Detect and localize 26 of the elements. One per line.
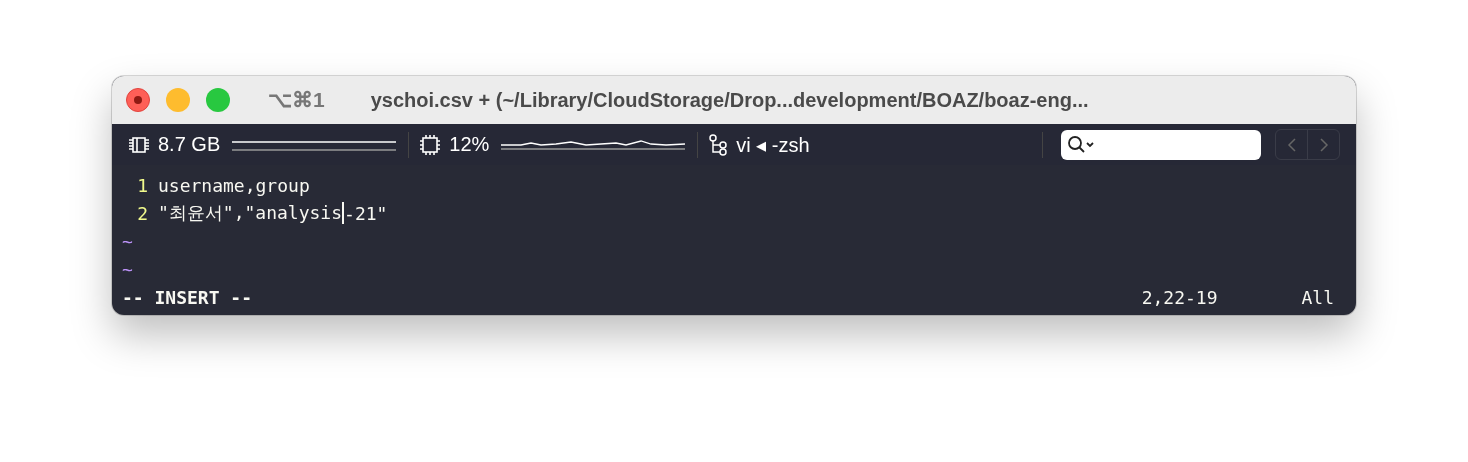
- code-text: username,group: [158, 174, 310, 196]
- text-cursor: [342, 202, 345, 224]
- chevron-left-icon: [1286, 137, 1297, 152]
- cursor-position: 2,22-19: [1141, 286, 1218, 308]
- chevron-right-icon: [1318, 137, 1329, 152]
- memory-usage: 8.7 GB: [158, 133, 221, 156]
- window-title: yschoi.csv + (~/Library/CloudStorage/Drop...development/BOAZ/boaz-eng...: [370, 88, 1089, 112]
- code-text: "최윤서","analysis: [158, 201, 343, 225]
- search-icon: [1067, 134, 1095, 155]
- zoom-button[interactable]: [206, 88, 230, 112]
- line-number: 2: [136, 202, 148, 224]
- line-number: 1: [136, 174, 148, 196]
- empty-line-marker: ~: [122, 258, 133, 280]
- memory-icon: [128, 135, 150, 154]
- empty-line-marker: ~: [122, 230, 133, 252]
- job-name: vi ◂ -zsh: [736, 132, 810, 157]
- cpu-icon: [419, 133, 442, 156]
- minimize-button[interactable]: [166, 88, 190, 112]
- window-shortcut: ⌥⌘1: [268, 88, 325, 112]
- branch-icon: [708, 133, 729, 156]
- code-text: -21": [344, 202, 388, 224]
- search-field[interactable]: [1061, 129, 1261, 160]
- close-button[interactable]: [126, 88, 150, 112]
- scroll-position: All: [1301, 286, 1334, 308]
- mode-indicator: -- INSERT --: [122, 286, 253, 308]
- cpu-usage: 12%: [449, 133, 490, 156]
